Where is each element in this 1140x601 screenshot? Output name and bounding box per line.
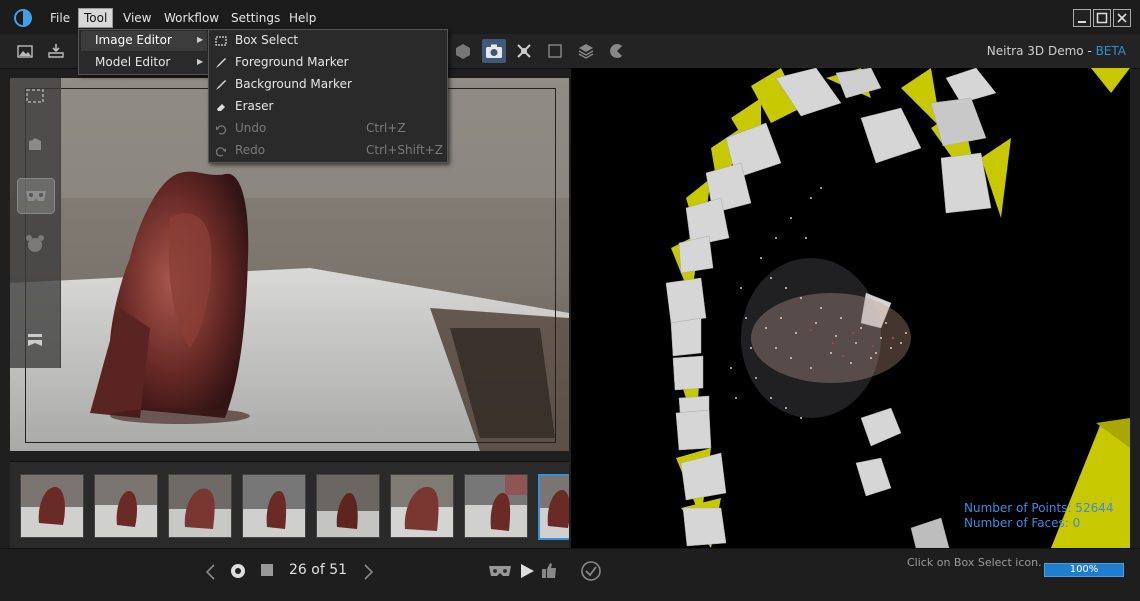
image-editor-submenu: Box Select Foreground Marker Background … bbox=[208, 29, 448, 163]
hand-icon bbox=[29, 138, 41, 150]
foreground-rail-button[interactable] bbox=[17, 128, 53, 162]
import-icon[interactable] bbox=[46, 41, 66, 61]
open-images-icon[interactable] bbox=[15, 41, 35, 61]
redo-shortcut: Ctrl+Shift+Z bbox=[366, 143, 443, 157]
thumbnail-current[interactable] bbox=[538, 474, 569, 540]
bear-icon bbox=[26, 235, 44, 252]
menu-item-undo[interactable]: Undo bbox=[235, 121, 266, 135]
faces-count-label: Number of Faces: 0 bbox=[964, 516, 1081, 530]
thumbnail[interactable] bbox=[168, 474, 232, 538]
previous-frame-icon[interactable] bbox=[204, 563, 218, 581]
progress-label: 100% bbox=[1069, 564, 1099, 575]
minimize-button[interactable] bbox=[1073, 9, 1091, 27]
thumbnail[interactable] bbox=[20, 474, 84, 538]
eraser-icon bbox=[217, 104, 225, 111]
record-icon[interactable] bbox=[230, 563, 246, 579]
stop-icon[interactable] bbox=[260, 563, 274, 577]
image-tool-rail bbox=[10, 78, 61, 368]
menu-workflow[interactable]: Workflow bbox=[159, 9, 224, 27]
brush-icon bbox=[216, 58, 226, 68]
thumbnail[interactable] bbox=[316, 474, 380, 538]
menu-item-foreground-marker[interactable]: Foreground Marker bbox=[235, 55, 349, 69]
play-icon[interactable] bbox=[519, 562, 535, 580]
menu-file[interactable]: File bbox=[45, 9, 75, 27]
beta-badge: BETA bbox=[1095, 44, 1126, 58]
menu-item-model-editor[interactable]: Model Editor bbox=[95, 55, 170, 69]
submenu-arrow-icon: ▶ bbox=[197, 35, 204, 44]
brush-icon bbox=[216, 80, 226, 90]
cube-view-icon[interactable] bbox=[453, 41, 473, 61]
status-hint: Click on Box Select icon. bbox=[907, 556, 1042, 569]
mask-rail-button[interactable] bbox=[17, 178, 55, 214]
menu-item-eraser[interactable]: Eraser bbox=[235, 99, 273, 113]
check-circle-icon[interactable] bbox=[580, 560, 602, 582]
collapse-rail-button[interactable] bbox=[17, 324, 53, 358]
close-icon bbox=[1117, 13, 1127, 23]
mask-toggle-icon[interactable] bbox=[488, 563, 512, 579]
camera-view-button[interactable] bbox=[482, 39, 506, 63]
undo-shortcut: Ctrl+Z bbox=[366, 121, 406, 135]
points-count-label: Number of Points: 52644 bbox=[964, 501, 1114, 515]
menu-tool[interactable]: Tool bbox=[78, 8, 114, 28]
point-stats: Number of Points: 52644 Number of Faces:… bbox=[964, 501, 1113, 531]
point-cloud-canvas bbox=[665, 68, 1130, 548]
minimize-icon bbox=[1078, 21, 1086, 23]
tool-dropdown-menu: Image Editor ▶ Model Editor ▶ bbox=[78, 29, 212, 75]
thumbnail[interactable] bbox=[464, 474, 528, 538]
menu-view[interactable]: View bbox=[118, 9, 156, 27]
collapse-icon bbox=[28, 334, 42, 346]
menu-item-background-marker[interactable]: Background Marker bbox=[235, 77, 352, 91]
submenu-arrow-icon: ▶ bbox=[197, 57, 204, 66]
menu-settings[interactable]: Settings bbox=[226, 9, 285, 27]
box-select-rail-button[interactable] bbox=[17, 80, 53, 114]
close-button[interactable] bbox=[1113, 9, 1131, 27]
thumbnail[interactable] bbox=[242, 474, 306, 538]
thumbnail[interactable] bbox=[390, 474, 454, 538]
progress-bar: 100% bbox=[1044, 563, 1124, 577]
app-logo-icon bbox=[14, 9, 32, 27]
menu-item-box-select[interactable]: Box Select bbox=[235, 33, 298, 47]
redo-icon bbox=[215, 147, 226, 157]
next-frame-icon[interactable] bbox=[361, 563, 375, 581]
brand-label: Neitra 3D Demo - BETA bbox=[987, 44, 1126, 58]
box-select-icon bbox=[26, 89, 44, 103]
menu-item-redo[interactable]: Redo bbox=[235, 143, 265, 157]
maximize-button[interactable] bbox=[1093, 9, 1111, 27]
background-rail-button[interactable] bbox=[17, 228, 53, 262]
brand-name: Neitra 3D Demo - bbox=[986, 44, 1096, 58]
menu-item-image-editor[interactable]: Image Editor bbox=[95, 33, 172, 47]
thumbs-up-icon[interactable] bbox=[540, 561, 558, 579]
menu-help[interactable]: Help bbox=[284, 9, 321, 27]
texture-icon[interactable] bbox=[607, 41, 627, 61]
frame-counter: 26 of 51 bbox=[289, 562, 348, 578]
box-select-icon bbox=[215, 36, 227, 46]
points-view-icon[interactable] bbox=[514, 41, 534, 61]
thumbnail[interactable] bbox=[94, 474, 158, 538]
mask-icon bbox=[26, 191, 46, 201]
wireframe-view-icon[interactable] bbox=[545, 41, 565, 61]
undo-icon bbox=[216, 125, 227, 135]
camera-icon bbox=[486, 44, 502, 58]
maximize-icon bbox=[1096, 12, 1108, 24]
thumbnail-strip[interactable] bbox=[10, 461, 569, 548]
3d-viewport[interactable] bbox=[571, 68, 1130, 548]
layers-icon[interactable] bbox=[576, 41, 596, 61]
